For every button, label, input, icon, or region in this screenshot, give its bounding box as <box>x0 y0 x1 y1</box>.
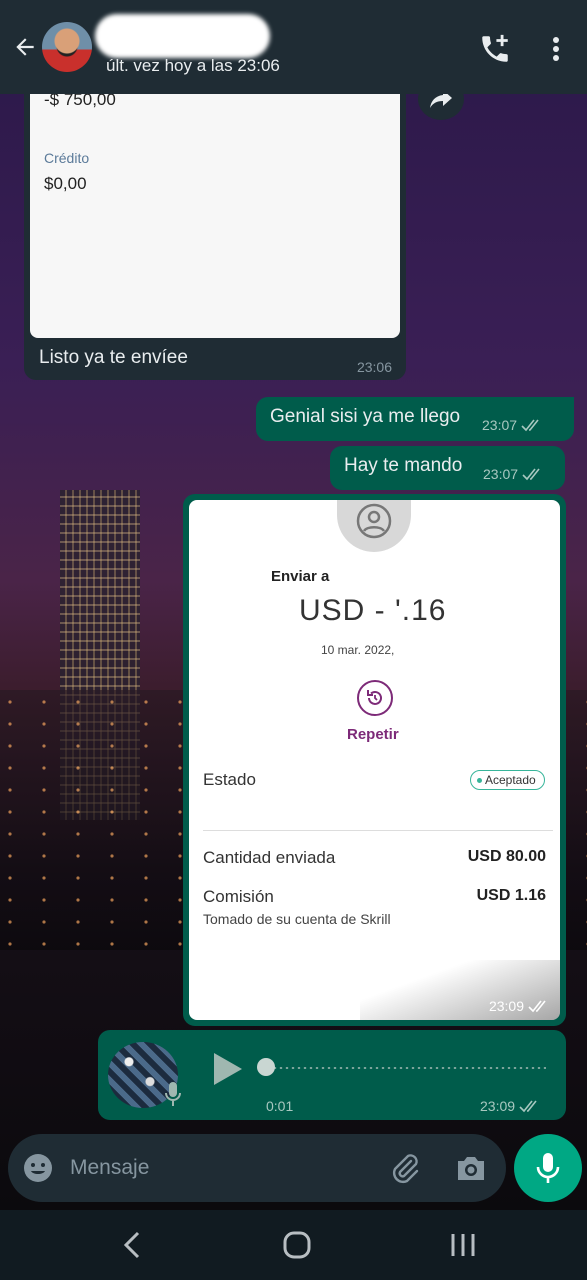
attach-icon[interactable] <box>388 1151 422 1185</box>
last-seen-status: últ. vez hoy a las 23:06 <box>106 56 280 75</box>
camera-icon[interactable] <box>454 1152 488 1184</box>
receipt-sent-value: USD 80.00 <box>467 848 546 865</box>
add-call-icon[interactable] <box>478 32 512 66</box>
double-check-icon <box>519 1100 537 1113</box>
outgoing-message-meta: 23:07 <box>482 417 543 433</box>
receipt-screenshot[interactable]: Enviar a USD - '.16 10 mar. 2022, Repeti… <box>189 500 560 1020</box>
outgoing-message-text: Genial sisi ya me llego <box>270 406 461 427</box>
repeat-icon <box>357 680 393 716</box>
status-badge: Aceptado <box>470 770 545 790</box>
receipt-fee-note: Tomado de su cuenta de Skrill <box>203 911 391 927</box>
nav-home-icon[interactable] <box>282 1230 312 1260</box>
receipt-date: 10 mar. 2022, <box>321 643 395 657</box>
receipt-sent-label: Cantidad enviada <box>203 848 336 867</box>
outgoing-message-time: 23:07 <box>483 466 519 482</box>
audio-duration: 0:01 <box>266 1098 294 1114</box>
status-dot-icon <box>477 777 482 783</box>
message-composer <box>8 1134 506 1202</box>
outgoing-message-meta: 23:07 <box>483 466 544 482</box>
message-input[interactable] <box>70 1152 370 1184</box>
card-credit-label: Crédito <box>44 150 90 166</box>
card-credit-value: $0,00 <box>44 174 87 193</box>
incoming-message-text: Listo ya te envíee <box>39 347 188 368</box>
nav-recents-icon[interactable] <box>448 1230 478 1260</box>
chat-header: últ. vez hoy a las 23:06 <box>0 0 587 94</box>
audio-waveform[interactable] <box>266 1067 546 1069</box>
outgoing-image-message[interactable]: Enviar a USD - '.16 10 mar. 2022, Repeti… <box>183 494 566 1026</box>
image-message-meta: 23:09 <box>489 998 550 1014</box>
shared-image-card[interactable]: -$ 750,00 Crédito $0,00 <box>30 88 400 338</box>
outgoing-message[interactable]: Genial sisi ya me llego 23:07 <box>256 397 574 441</box>
audio-seek-handle[interactable] <box>257 1058 275 1076</box>
receipt-status-label: Estado <box>203 770 256 789</box>
outgoing-message-time: 23:07 <box>482 417 518 433</box>
receipt-divider <box>203 830 553 831</box>
mic-icon <box>536 1153 560 1183</box>
outgoing-message-text: Hay te mando <box>344 455 463 476</box>
outgoing-voice-message[interactable]: 0:01 23:09 <box>98 1030 566 1120</box>
receipt-send-to-label: Enviar a <box>271 568 330 585</box>
contact-name-redacted[interactable] <box>95 14 270 58</box>
back-arrow-icon[interactable] <box>8 30 42 64</box>
nav-back-icon[interactable] <box>118 1230 146 1260</box>
contact-avatar[interactable] <box>42 22 92 72</box>
play-icon[interactable] <box>210 1050 244 1088</box>
status-badge-text: Aceptado <box>485 773 536 787</box>
system-navigation-bar <box>0 1210 587 1280</box>
receipt-fee-value: USD 1.16 <box>476 887 546 904</box>
image-message-time: 23:09 <box>488 998 524 1014</box>
emoji-icon[interactable] <box>22 1152 54 1184</box>
mic-icon <box>164 1080 182 1108</box>
record-voice-button[interactable] <box>514 1134 582 1202</box>
receipt-fee-label: Comisión <box>203 887 274 906</box>
incoming-message-time: 23:06 <box>356 359 392 375</box>
double-check-icon <box>521 419 539 432</box>
audio-message-meta: 23:09 <box>480 1098 541 1114</box>
recipient-avatar-icon <box>337 500 411 552</box>
receipt-amount: USD - '.16 <box>299 594 447 627</box>
receipt-repeat-label: Repetir <box>347 726 399 743</box>
incoming-message[interactable]: -$ 750,00 Crédito $0,00 Listo ya te enví… <box>24 88 406 380</box>
more-vert-icon[interactable] <box>545 34 567 64</box>
double-check-icon <box>528 1000 546 1013</box>
outgoing-message[interactable]: Hay te mando 23:07 <box>330 446 565 490</box>
audio-message-time: 23:09 <box>480 1098 516 1114</box>
double-check-icon <box>522 468 540 481</box>
